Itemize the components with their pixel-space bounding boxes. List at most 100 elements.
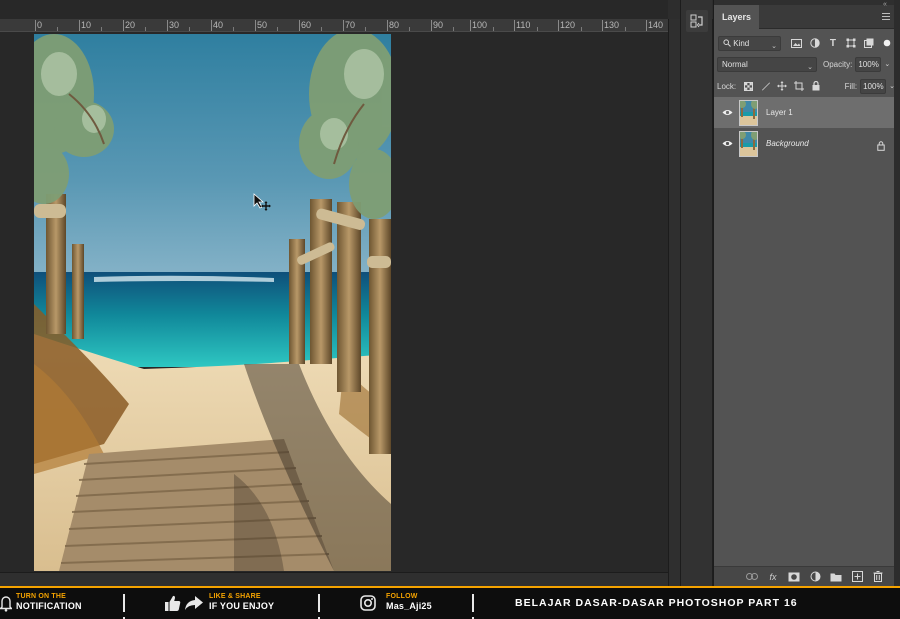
link-icon[interactable] [745, 570, 759, 584]
fill-label: Fill: [844, 81, 858, 91]
folder-icon[interactable] [829, 570, 843, 584]
ruler-tick: 140 [645, 20, 664, 31]
ruler-tick: 40 [210, 20, 224, 31]
ruler-minor-tick [453, 27, 454, 31]
notify-big-text: NOTIFICATION [16, 601, 82, 611]
ruler-minor-tick [233, 27, 234, 31]
smart-object-filter-icon[interactable] [862, 35, 877, 51]
notify-small-text: TURN ON THE [16, 593, 67, 600]
history-panel-button[interactable] [686, 10, 708, 32]
horizontal-scrollbar[interactable] [0, 572, 668, 586]
lock-position-icon[interactable] [776, 78, 790, 94]
type-filter-icon[interactable]: T [825, 35, 840, 51]
ruler-minor-tick [409, 27, 410, 31]
banner-separator [472, 594, 481, 619]
history-icon [690, 14, 703, 28]
collapsed-panel-strip [680, 0, 712, 586]
ruler-minor-tick [493, 27, 494, 31]
ruler-tick: 0 [34, 20, 43, 31]
ruler-tick: 70 [342, 20, 356, 31]
ruler-tick: 50 [254, 20, 268, 31]
adjustment-icon[interactable] [808, 570, 822, 584]
thumbs-up-icon [165, 595, 181, 611]
lock-label: Lock: [717, 81, 737, 91]
lock-transparent-pixels-icon[interactable] [742, 78, 756, 94]
canvas-workspace[interactable]: 0 10 20 30 40 50 60 70 80 90 100 110 120… [0, 0, 668, 586]
layer-lock-icon[interactable] [877, 138, 885, 156]
layer-thumbnail [739, 99, 758, 126]
visibility-eye-icon[interactable] [717, 109, 737, 116]
window-edge [894, 0, 900, 586]
layers-panel: Layers Kind ⌄ T Normal ⌄ Opacity: 100% ⌄… [713, 0, 895, 586]
ruler-minor-tick [537, 27, 538, 31]
visibility-eye-icon[interactable] [717, 140, 737, 147]
panel-menu-icon[interactable] [882, 13, 890, 21]
ruler-tick: 110 [513, 20, 531, 31]
mask-icon[interactable] [787, 570, 801, 584]
layer-name: Layer 1 [766, 108, 793, 117]
kind-filter-label: Kind [733, 38, 750, 48]
video-title: BELAJAR DASAR-DASAR PHOTOSHOP PART 16 [515, 597, 798, 609]
ruler-tick: 130 [601, 20, 620, 31]
follow-handle-text: Mas_Aji25 [386, 601, 432, 611]
shape-filter-icon[interactable] [844, 35, 859, 51]
fx-icon[interactable]: fx [766, 570, 780, 584]
ruler-minor-tick [189, 27, 190, 31]
ruler-minor-tick [321, 27, 322, 31]
share-arrow-icon [185, 595, 203, 610]
ruler-minor-tick [57, 27, 58, 31]
banner-separator [123, 594, 132, 619]
follow-small-text: FOLLOW [386, 593, 418, 600]
ruler-tick: 120 [557, 20, 576, 31]
adjustment-filter-icon[interactable] [807, 35, 822, 51]
opacity-slider-chevron-icon[interactable]: ⌄ [884, 60, 890, 68]
ruler-tick: 30 [166, 20, 180, 31]
tab-layers[interactable]: Layers [714, 5, 760, 29]
collapse-panels-icon[interactable]: « [883, 1, 887, 8]
layer-row-layer-1[interactable]: Layer 1 [714, 97, 895, 128]
lock-all-icon[interactable] [809, 78, 823, 94]
ruler-minor-tick [145, 27, 146, 31]
like-big-text: IF YOU ENJOY [209, 601, 275, 611]
blend-opacity-row: Normal ⌄ Opacity: 100% ⌄ [714, 54, 895, 74]
bell-icon [0, 595, 12, 612]
lock-image-pixels-icon[interactable] [759, 78, 773, 94]
filter-toggle-icon[interactable] [880, 35, 895, 51]
fill-input[interactable]: 100% [860, 78, 887, 94]
banner-separator [318, 594, 327, 619]
notification-callout: TURN ON THE NOTIFICATION [0, 593, 82, 612]
opacity-value: 100% [858, 59, 879, 69]
pixel-filter-icon[interactable] [789, 35, 804, 51]
ruler-tick: 90 [430, 20, 444, 31]
ruler-minor-tick [277, 27, 278, 31]
layer-row-background[interactable]: Background [714, 128, 895, 159]
search-icon [723, 38, 731, 47]
ruler-minor-tick [365, 27, 366, 31]
chevron-down-icon: ⌄ [771, 42, 778, 50]
layer-filter-row: Kind ⌄ T [714, 33, 895, 53]
beach-photo [34, 34, 391, 571]
vertical-scrollbar[interactable] [668, 19, 680, 586]
chevron-down-icon: ⌄ [807, 63, 813, 71]
ruler-tick: 100 [469, 20, 488, 31]
ruler-tick: 10 [78, 20, 92, 31]
lock-fill-row: Lock: Fill: 100% ⌄ [714, 76, 895, 96]
panel-tab-bar: Layers [714, 5, 894, 29]
blend-mode-select[interactable]: Normal ⌄ [717, 56, 817, 72]
like-share-callout: LIKE & SHARE IF YOU ENJOY [165, 593, 274, 612]
horizontal-ruler[interactable]: 0 10 20 30 40 50 60 70 80 90 100 110 120… [0, 19, 668, 32]
lock-artboard-icon[interactable] [792, 78, 806, 94]
trash-icon[interactable] [871, 570, 885, 584]
ruler-minor-tick [101, 27, 102, 31]
layer-name: Background [766, 139, 809, 148]
opacity-input[interactable]: 100% [855, 56, 882, 72]
layers-panel-footer: fx [714, 566, 895, 586]
fill-value: 100% [863, 81, 884, 91]
document-canvas[interactable] [34, 34, 391, 571]
instagram-icon [360, 594, 376, 611]
kind-filter-select[interactable]: Kind ⌄ [718, 35, 782, 51]
opacity-label: Opacity: [823, 59, 853, 69]
follow-callout: FOLLOW Mas_Aji25 [360, 593, 432, 612]
new-layer-icon[interactable] [850, 570, 864, 584]
video-banner: TURN ON THE NOTIFICATION LIKE & SHARE IF… [0, 586, 900, 619]
